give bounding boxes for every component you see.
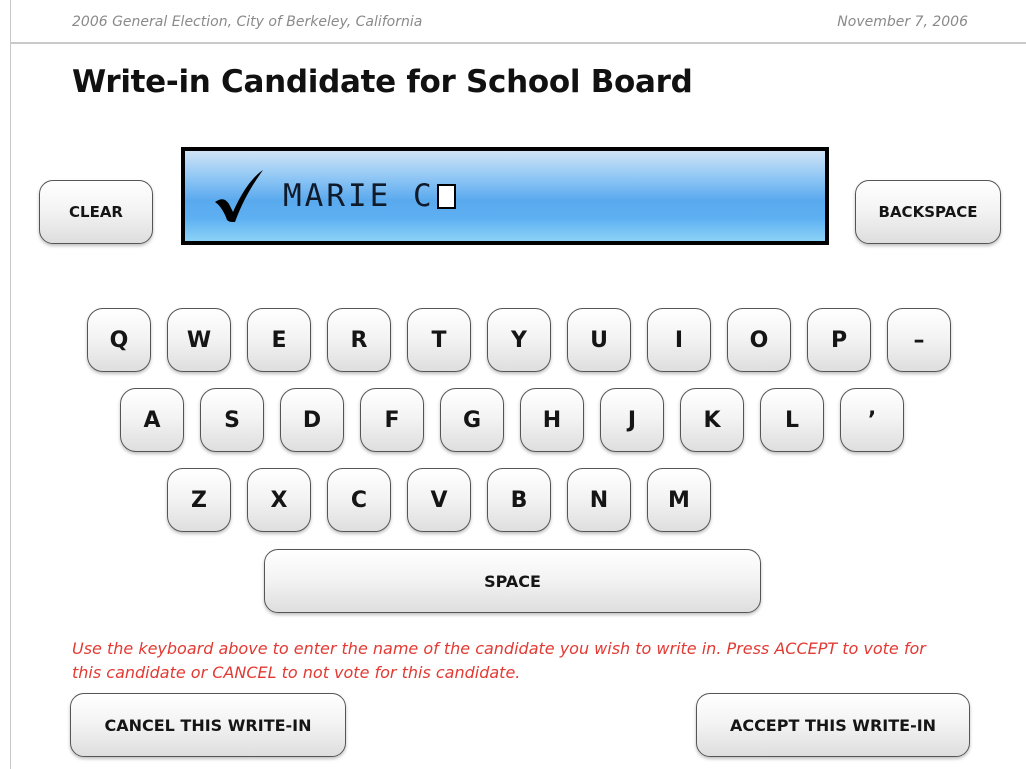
key-label: O xyxy=(749,327,769,353)
key-label: Y xyxy=(511,327,527,353)
key-y[interactable]: Y xyxy=(487,308,551,372)
entered-name: MARIE C xyxy=(283,178,435,214)
key-i[interactable]: I xyxy=(647,308,711,372)
accept-button-label: ACCEPT THIS WRITE-IN xyxy=(729,715,937,735)
key-p[interactable]: P xyxy=(807,308,871,372)
key-label: U xyxy=(590,327,608,353)
key-label: B xyxy=(510,487,528,513)
key-q[interactable]: Q xyxy=(87,308,151,372)
key-t[interactable]: T xyxy=(407,308,471,372)
key-label: V xyxy=(430,487,448,513)
key-k[interactable]: K xyxy=(680,388,744,452)
key-m[interactable]: M xyxy=(647,468,711,532)
key-label: R xyxy=(350,327,368,353)
key-e[interactable]: E xyxy=(247,308,311,372)
key-d[interactable]: D xyxy=(280,388,344,452)
key-h[interactable]: H xyxy=(520,388,584,452)
key-label: X xyxy=(270,487,288,513)
election-name: 2006 General Election, City of Berkeley,… xyxy=(72,14,423,30)
clear-button-label: CLEAR xyxy=(69,203,123,221)
key-label: N xyxy=(589,487,609,513)
key-label: K xyxy=(703,407,721,433)
key-label: P xyxy=(830,327,848,353)
key-label: I xyxy=(674,327,684,353)
key-x[interactable]: X xyxy=(247,468,311,532)
key-label: Z xyxy=(191,487,207,513)
text-cursor-icon xyxy=(436,184,456,209)
key-label: E xyxy=(271,327,287,353)
key-label: ’ xyxy=(867,407,877,433)
election-date: November 7, 2006 xyxy=(837,14,968,30)
write-in-display: MARIE C xyxy=(181,147,829,245)
key-w[interactable]: W xyxy=(167,308,231,372)
page-title: Write-in Candidate for School Board xyxy=(72,64,693,100)
key-label: L xyxy=(784,407,800,433)
clear-button[interactable]: CLEAR xyxy=(39,180,153,244)
space-button-label: SPACE xyxy=(484,571,541,591)
key-label: D xyxy=(302,407,322,433)
accept-write-in-button[interactable]: ACCEPT THIS WRITE-IN xyxy=(696,693,970,757)
key-g[interactable]: G xyxy=(440,388,504,452)
entered-name-text: MARIE C xyxy=(283,178,456,214)
ballot-header: 2006 General Election, City of Berkeley,… xyxy=(10,0,1026,44)
key-label: F xyxy=(384,407,400,433)
instruction-text: Use the keyboard above to enter the name… xyxy=(72,639,926,682)
key-label: T xyxy=(431,327,447,353)
space-button[interactable]: SPACE xyxy=(264,549,761,613)
key-r[interactable]: R xyxy=(327,308,391,372)
backspace-button-label: BACKSPACE xyxy=(878,203,978,221)
key-n[interactable]: N xyxy=(567,468,631,532)
checkmark-icon xyxy=(215,170,263,222)
key-label: M xyxy=(668,487,690,513)
key-s[interactable]: S xyxy=(200,388,264,452)
key-j[interactable]: J xyxy=(600,388,664,452)
key-u[interactable]: U xyxy=(567,308,631,372)
key-b[interactable]: B xyxy=(487,468,551,532)
key-label: S xyxy=(224,407,240,433)
key-z[interactable]: Z xyxy=(167,468,231,532)
key-l[interactable]: L xyxy=(760,388,824,452)
key-v[interactable]: V xyxy=(407,468,471,532)
key-a[interactable]: A xyxy=(120,388,184,452)
cancel-write-in-button[interactable]: CANCEL THIS WRITE-IN xyxy=(70,693,346,757)
key-c[interactable]: C xyxy=(327,468,391,532)
key-label: J xyxy=(627,407,637,433)
key-label: – xyxy=(913,327,925,353)
key-label: H xyxy=(542,407,562,433)
key-label: W xyxy=(186,327,212,353)
key-label: Q xyxy=(109,327,129,353)
backspace-button[interactable]: BACKSPACE xyxy=(855,180,1001,244)
cancel-button-label: CANCEL THIS WRITE-IN xyxy=(104,715,312,735)
key-apostrophe[interactable]: ’ xyxy=(840,388,904,452)
key-o[interactable]: O xyxy=(727,308,791,372)
key-label: C xyxy=(350,487,368,513)
key-hyphen[interactable]: – xyxy=(887,308,951,372)
key-f[interactable]: F xyxy=(360,388,424,452)
key-label: G xyxy=(462,407,482,433)
key-label: A xyxy=(143,407,161,433)
